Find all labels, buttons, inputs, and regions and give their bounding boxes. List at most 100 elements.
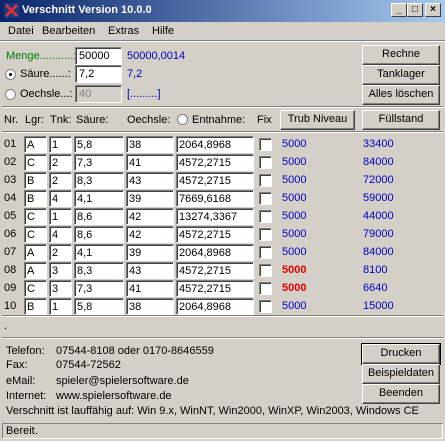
cell-lgr[interactable]: B: [24, 190, 47, 207]
cell-saeure[interactable]: 5,8: [74, 136, 124, 153]
cell-tnk[interactable]: 4: [49, 226, 72, 243]
cell-entnahme[interactable]: 4572,2715: [176, 154, 254, 171]
saeure-radio[interactable]: [5, 69, 16, 80]
result-amount: 5000: [282, 246, 307, 258]
beenden-button[interactable]: Beenden: [362, 384, 440, 404]
cell-tnk[interactable]: 1: [49, 298, 72, 315]
oechsle-radio[interactable]: [5, 89, 16, 100]
cell-entnahme[interactable]: 4572,2715: [176, 280, 254, 297]
tank-capacity: 84000: [363, 246, 394, 258]
fix-checkbox[interactable]: [259, 228, 272, 241]
cell-lgr[interactable]: B: [24, 172, 47, 189]
trub-niveau-button[interactable]: Trub Niveau: [280, 110, 355, 130]
cell-oechsle[interactable]: 39: [126, 244, 174, 261]
cell-lgr[interactable]: C: [24, 280, 47, 297]
fix-checkbox[interactable]: [259, 300, 272, 313]
menge-input[interactable]: 50000: [75, 47, 122, 65]
app-icon[interactable]: [4, 3, 19, 18]
cell-saeure[interactable]: 4,1: [74, 244, 124, 261]
cell-saeure[interactable]: 8,6: [74, 208, 124, 225]
alles-loeschen-button[interactable]: Alles löschen: [362, 85, 440, 105]
cell-saeure[interactable]: 4,1: [74, 190, 124, 207]
menu-datei[interactable]: Datei: [8, 25, 34, 37]
tanklager-button[interactable]: Tanklager: [362, 65, 440, 85]
cell-saeure[interactable]: 5,8: [74, 298, 124, 315]
oechsle-input[interactable]: 40: [75, 85, 122, 103]
cell-saeure[interactable]: 8,6: [74, 226, 124, 243]
rechne-button[interactable]: Rechne: [362, 45, 440, 65]
cell-lgr[interactable]: C: [24, 226, 47, 243]
menu-bearbeiten[interactable]: Bearbeiten: [42, 25, 95, 37]
close-button[interactable]: ×: [425, 3, 441, 17]
oechsle-result: [.........]: [127, 88, 161, 100]
row-number: 01: [4, 138, 17, 150]
result-amount: 5000: [282, 192, 307, 204]
cell-lgr[interactable]: A: [24, 244, 47, 261]
header-nr: Nr.: [4, 114, 19, 126]
menu-extras[interactable]: Extras: [108, 25, 139, 37]
entnahme-radio[interactable]: [177, 114, 188, 125]
internet-value[interactable]: www.spielersoftware.de: [56, 390, 172, 402]
cell-entnahme[interactable]: 13274,3367: [176, 208, 254, 225]
cell-lgr[interactable]: C: [24, 208, 47, 225]
drucken-button[interactable]: Drucken: [361, 343, 441, 365]
cell-oechsle[interactable]: 38: [126, 298, 174, 315]
window-title: Verschnitt Version 10.0.0: [22, 4, 152, 16]
tank-capacity: 79000: [363, 228, 394, 240]
cell-tnk[interactable]: 3: [49, 262, 72, 279]
row-number: 04: [4, 192, 17, 204]
saeure-input[interactable]: 7,2: [75, 65, 122, 83]
cell-tnk[interactable]: 2: [49, 244, 72, 261]
tank-capacity: 33400: [363, 138, 394, 150]
cell-oechsle[interactable]: 43: [126, 262, 174, 279]
cell-entnahme[interactable]: 4572,2715: [176, 172, 254, 189]
table-separator: [2, 131, 443, 133]
cell-oechsle[interactable]: 38: [126, 136, 174, 153]
cell-saeure[interactable]: 7,3: [74, 154, 124, 171]
cell-oechsle[interactable]: 41: [126, 280, 174, 297]
cell-entnahme[interactable]: 2064,8968: [176, 244, 254, 261]
cell-tnk[interactable]: 2: [49, 154, 72, 171]
fix-checkbox[interactable]: [259, 246, 272, 259]
cell-tnk[interactable]: 1: [49, 208, 72, 225]
maximize-button[interactable]: □: [407, 3, 423, 17]
fix-checkbox[interactable]: [259, 282, 272, 295]
fix-checkbox[interactable]: [259, 138, 272, 151]
telefon-value: 07544-8108 oder 0170-8646559: [56, 345, 214, 357]
fix-checkbox[interactable]: [259, 264, 272, 277]
status-text: Bereit.: [2, 423, 443, 439]
cell-lgr[interactable]: A: [24, 262, 47, 279]
fix-checkbox[interactable]: [259, 210, 272, 223]
cell-tnk[interactable]: 1: [49, 136, 72, 153]
cell-oechsle[interactable]: 41: [126, 154, 174, 171]
cell-saeure[interactable]: 7,3: [74, 280, 124, 297]
fix-checkbox[interactable]: [259, 192, 272, 205]
tank-capacity: 6640: [363, 282, 388, 294]
cell-tnk[interactable]: 3: [49, 280, 72, 297]
minimize-button[interactable]: _: [391, 3, 407, 17]
result-amount: 5000: [282, 174, 307, 186]
cell-oechsle[interactable]: 42: [126, 208, 174, 225]
cell-oechsle[interactable]: 42: [126, 226, 174, 243]
cell-oechsle[interactable]: 43: [126, 172, 174, 189]
cell-entnahme[interactable]: 7669,6168: [176, 190, 254, 207]
cell-lgr[interactable]: B: [24, 298, 47, 315]
cell-entnahme[interactable]: 2064,8968: [176, 298, 254, 315]
fix-checkbox[interactable]: [259, 174, 272, 187]
cell-entnahme[interactable]: 4572,2715: [176, 262, 254, 279]
cell-entnahme[interactable]: 2064,8968: [176, 136, 254, 153]
cell-oechsle[interactable]: 39: [126, 190, 174, 207]
cell-entnahme[interactable]: 4572,2715: [176, 226, 254, 243]
cell-lgr[interactable]: A: [24, 136, 47, 153]
cell-saeure[interactable]: 8,3: [74, 262, 124, 279]
menu-hilfe[interactable]: Hilfe: [152, 25, 174, 37]
cell-lgr[interactable]: C: [24, 154, 47, 171]
fuellstand-button[interactable]: Füllstand: [362, 110, 440, 130]
email-value[interactable]: spieler@spielersoftware.de: [56, 375, 189, 387]
cell-tnk[interactable]: 4: [49, 190, 72, 207]
cell-saeure[interactable]: 8,3: [74, 172, 124, 189]
fix-checkbox[interactable]: [259, 156, 272, 169]
result-amount: 5000: [282, 228, 307, 240]
cell-tnk[interactable]: 2: [49, 172, 72, 189]
beispieldaten-button[interactable]: Beispieldaten: [362, 364, 440, 384]
